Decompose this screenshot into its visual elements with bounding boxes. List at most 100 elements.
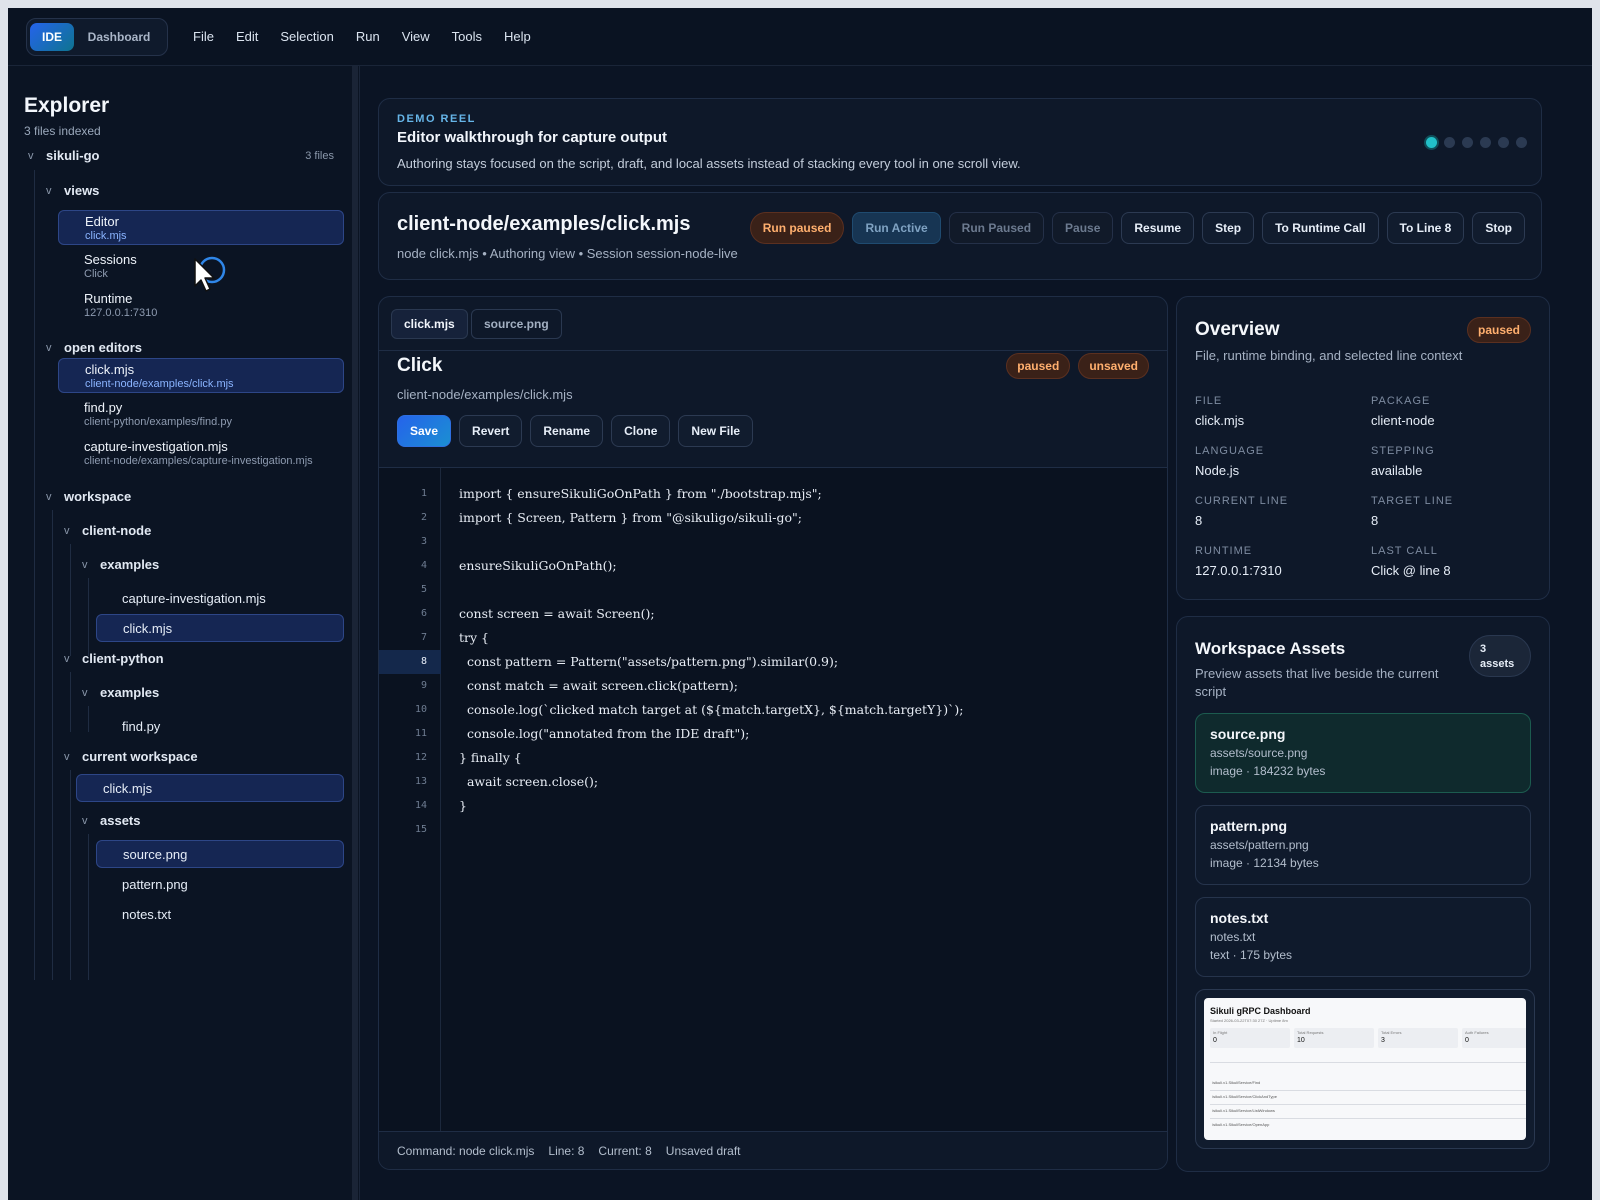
revert-button[interactable]: Revert [459, 415, 523, 447]
status-command: Command: node click.mjs [397, 1143, 535, 1158]
open-editor-capture-investigation[interactable]: capture-investigation.mjs client-node/ex… [58, 436, 348, 471]
to-line-button[interactable]: To Line 8 [1386, 212, 1465, 244]
line-number[interactable]: 7 [379, 626, 441, 650]
line-number[interactable]: 5 [379, 578, 441, 602]
field-last-call: LAST CALL Click @ line 8 [1371, 545, 1451, 578]
tree-folder-open-editors[interactable]: v open editors [46, 340, 142, 355]
file-capture-investigation[interactable]: capture-investigation.mjs [96, 584, 344, 612]
code-line[interactable]: try { [459, 626, 489, 650]
tree-folder-client-python-examples[interactable]: v examples [82, 685, 159, 700]
carousel-dot[interactable] [1444, 137, 1455, 148]
menu-tools[interactable]: Tools [441, 8, 493, 66]
new-file-button[interactable]: New File [678, 415, 754, 447]
view-item-editor[interactable]: Editor click.mjs [58, 210, 344, 245]
rename-button[interactable]: Rename [530, 415, 604, 447]
asset-card-source-png[interactable]: source.png assets/source.png image · 184… [1195, 713, 1531, 793]
run-paused-button[interactable]: Run Paused [948, 212, 1045, 244]
run-active-button[interactable]: Run Active [852, 212, 941, 244]
mode-switch: IDE Dashboard [26, 17, 168, 56]
code-editor[interactable]: 1 2 3 4 5 6 7 8 9 10 11 12 13 14 15 import { ensureSik… [379, 467, 1167, 1136]
tree-guide [88, 706, 89, 732]
code-line[interactable]: import { ensureSikuliGoOnPath } from "./… [459, 482, 822, 506]
tree-folder-views[interactable]: v views [46, 183, 99, 198]
code-line[interactable]: const screen = await Screen(); [459, 602, 655, 626]
code-line[interactable]: await screen.close(); [459, 770, 598, 794]
explorer-subtitle: 3 files indexed [24, 124, 101, 138]
field-target-line: TARGET LINE 8 [1371, 495, 1454, 528]
asset-card-pattern-png[interactable]: pattern.png assets/pattern.png image · 1… [1195, 805, 1531, 885]
line-number[interactable]: 15 [379, 818, 441, 842]
line-number[interactable]: 2 [379, 506, 441, 530]
tree-folder-workspace[interactable]: v workspace [46, 489, 131, 504]
code-line[interactable]: ensureSikuliGoOnPath(); [459, 554, 617, 578]
carousel-dot[interactable] [1516, 137, 1527, 148]
carousel-dot[interactable] [1480, 137, 1491, 148]
root-file-count: 3 files [305, 149, 334, 162]
stop-button[interactable]: Stop [1472, 212, 1525, 244]
code-line[interactable]: import { Screen, Pattern } from "@sikuli… [459, 506, 802, 530]
menu-help[interactable]: Help [493, 8, 542, 66]
save-button[interactable]: Save [397, 415, 452, 447]
menu-run[interactable]: Run [345, 8, 391, 66]
tree-folder-client-python[interactable]: v client-python [64, 651, 164, 666]
open-editor-click-mjs[interactable]: click.mjs client-node/examples/click.mjs [58, 358, 344, 393]
line-number[interactable]: 8 [379, 650, 441, 674]
tree-folder-client-node-examples[interactable]: v examples [82, 557, 159, 572]
asset-file-pattern-png[interactable]: pattern.png [96, 870, 344, 898]
code-line[interactable]: const match = await screen.click(pattern… [459, 674, 738, 698]
file-find-py[interactable]: find.py [96, 712, 344, 740]
main-scrollbar[interactable] [1582, 66, 1590, 1200]
menu-file[interactable]: File [182, 8, 225, 66]
code-line[interactable]: const pattern = Pattern("assets/pattern.… [459, 650, 838, 674]
tree-folder-current-workspace[interactable]: v current workspace [64, 749, 198, 764]
sidebar-scrollbar[interactable] [352, 66, 358, 1200]
step-button[interactable]: Step [1202, 212, 1255, 244]
status-draft: Unsaved draft [665, 1143, 741, 1158]
current-file-click-mjs[interactable]: click.mjs [76, 774, 344, 802]
line-number[interactable]: 1 [379, 482, 441, 506]
run-status-pill: Run paused [749, 212, 845, 244]
to-runtime-call-button[interactable]: To Runtime Call [1262, 212, 1379, 244]
tree-guide [88, 834, 89, 980]
line-number[interactable]: 12 [379, 746, 441, 770]
mode-dashboard-button[interactable]: Dashboard [74, 23, 164, 51]
code-line[interactable]: console.log("annotated from the IDE draf… [459, 722, 749, 746]
preview-stat: Total Errors 3 [1378, 1028, 1458, 1048]
code-line[interactable]: console.log(`clicked match target at (${… [459, 698, 964, 722]
menu-selection[interactable]: Selection [269, 8, 344, 66]
code-line[interactable]: } finally { [459, 746, 522, 770]
carousel-dot[interactable] [1498, 137, 1509, 148]
line-number[interactable]: 11 [379, 722, 441, 746]
carousel-dot[interactable] [1462, 137, 1473, 148]
line-number[interactable]: 14 [379, 794, 441, 818]
tab-source-png[interactable]: source.png [471, 309, 562, 339]
tree-root-sikuli-go[interactable]: v sikuli-go 3 files [28, 148, 334, 163]
file-click-mjs[interactable]: click.mjs [96, 614, 344, 642]
asset-image-preview[interactable]: Sikuli gRPC Dashboard Started 2026-03-22… [1195, 989, 1535, 1149]
tree-guide [52, 510, 53, 980]
resume-button[interactable]: Resume [1121, 212, 1195, 244]
line-number[interactable]: 3 [379, 530, 441, 554]
menu-edit[interactable]: Edit [225, 8, 269, 66]
overview-card: Overview File, runtime binding, and sele… [1176, 296, 1550, 600]
code-line[interactable]: } [459, 794, 467, 818]
line-number[interactable]: 4 [379, 554, 441, 578]
pause-button[interactable]: Pause [1052, 212, 1114, 244]
asset-file-notes-txt[interactable]: notes.txt [96, 900, 344, 928]
carousel-dot[interactable] [1426, 137, 1437, 148]
menu-view[interactable]: View [391, 8, 441, 66]
editor-title: Click [397, 355, 443, 376]
tab-click-mjs[interactable]: click.mjs [391, 309, 468, 339]
asset-file-source-png[interactable]: source.png [96, 840, 344, 868]
line-number[interactable]: 10 [379, 698, 441, 722]
tree-folder-assets[interactable]: v assets [82, 813, 140, 828]
asset-card-notes-txt[interactable]: notes.txt notes.txt text · 175 bytes [1195, 897, 1531, 977]
chevron-down-icon: v [64, 524, 70, 537]
open-editor-find-py[interactable]: find.py client-python/examples/find.py [58, 397, 344, 432]
clone-button[interactable]: Clone [611, 415, 671, 447]
line-number[interactable]: 6 [379, 602, 441, 626]
tree-folder-client-node[interactable]: v client-node [64, 523, 151, 538]
mode-ide-button[interactable]: IDE [30, 22, 74, 51]
line-number[interactable]: 9 [379, 674, 441, 698]
line-number[interactable]: 13 [379, 770, 441, 794]
